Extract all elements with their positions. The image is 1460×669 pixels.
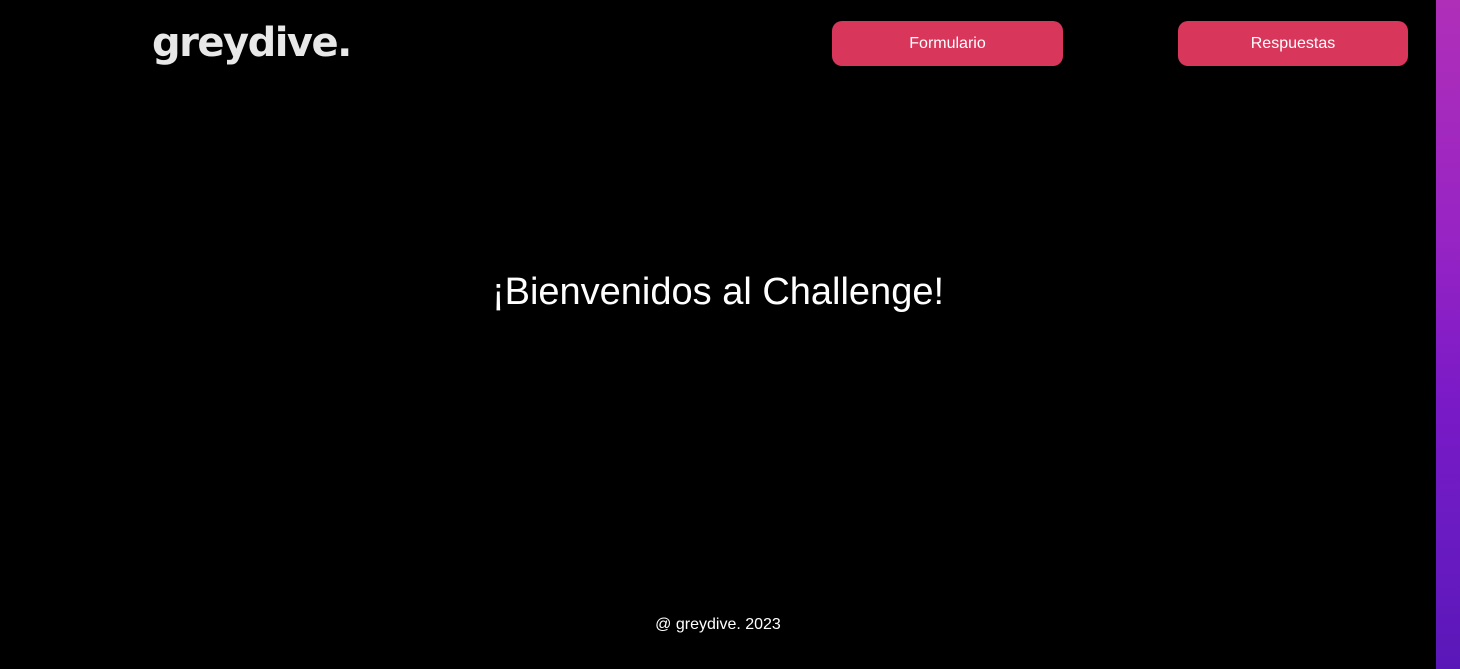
page: greydive. Formulario Respuestas ¡Bienven…: [0, 0, 1460, 669]
formulario-button[interactable]: Formulario: [832, 21, 1063, 66]
desktop-background-strip: [1436, 0, 1460, 669]
app-window: greydive. Formulario Respuestas ¡Bienven…: [0, 0, 1436, 669]
page-title: ¡Bienvenidos al Challenge!: [491, 271, 945, 313]
logo[interactable]: greydive.: [152, 18, 352, 68]
respuestas-button[interactable]: Respuestas: [1178, 21, 1408, 66]
footer-copyright: @ greydive. 2023: [655, 616, 781, 633]
